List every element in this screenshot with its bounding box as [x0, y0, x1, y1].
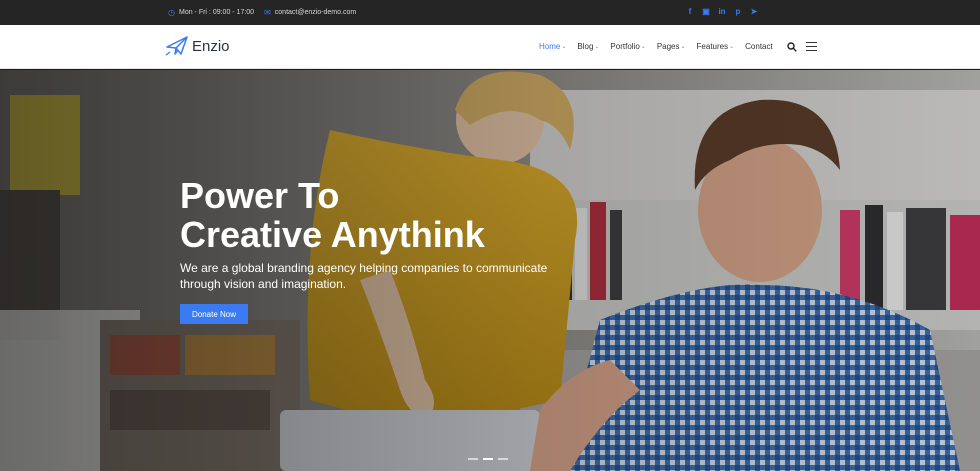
slider-pagination	[468, 458, 508, 460]
nav-item-home[interactable]: Home ⌄	[539, 42, 566, 51]
chevron-down-icon: ⌄	[680, 44, 686, 50]
hero-title-line: Creative Anythink	[180, 214, 485, 255]
slide-dot[interactable]	[498, 458, 508, 460]
site-logo[interactable]: Enzio	[165, 35, 230, 57]
donate-now-button[interactable]: Donate Now	[180, 304, 248, 324]
clock-icon: ◷	[168, 8, 175, 17]
twitter-icon[interactable]: ➤	[750, 7, 758, 16]
hero-subtitle-line: through vision and imagination.	[180, 277, 347, 291]
facebook-icon[interactable]: f	[686, 7, 694, 16]
site-header: Enzio Home ⌄ Blog ⌄ Portfolio ⌄ Pages ⌄ …	[0, 25, 980, 69]
logo-text: Enzio	[192, 37, 230, 55]
nav-item-blog[interactable]: Blog ⌄	[577, 42, 599, 51]
slide-dot[interactable]	[468, 458, 478, 460]
envelope-icon: ✉	[264, 8, 271, 17]
hero-subtitle: We are a global branding agency helping …	[180, 260, 560, 292]
linkedin-icon[interactable]: in	[718, 7, 726, 16]
nav-label: Portfolio	[610, 42, 640, 51]
hero-subtitle-line: We are a global branding agency helping …	[180, 261, 548, 275]
instagram-icon[interactable]: ▣	[702, 7, 710, 16]
chevron-down-icon: ⌄	[729, 44, 735, 50]
nav-item-features[interactable]: Features ⌄	[697, 42, 735, 51]
nav-label: Features	[696, 42, 729, 51]
nav-label: Home	[539, 42, 561, 51]
search-icon[interactable]	[787, 42, 797, 52]
social-links: f ▣ in p ➤	[686, 7, 758, 16]
email-link[interactable]: contact@enzio-demo.com	[275, 9, 356, 16]
nav-item-pages[interactable]: Pages ⌄	[657, 42, 686, 51]
email-info[interactable]: ✉ contact@enzio-demo.com	[264, 8, 356, 17]
hours-text: Mon - Fri : 09:00 - 17:00	[178, 9, 255, 16]
contact-info: ◷ Mon - Fri : 09:00 - 17:00 ✉ contact@en…	[168, 8, 356, 17]
hamburger-menu-icon[interactable]	[806, 42, 817, 51]
chevron-down-icon: ⌄	[561, 44, 567, 50]
chevron-down-icon: ⌄	[640, 44, 646, 50]
slide-dot-active[interactable]	[483, 458, 493, 460]
top-info-bar: ◷ Mon - Fri : 09:00 - 17:00 ✉ contact@en…	[0, 0, 980, 25]
paper-plane-icon	[165, 36, 188, 56]
nav-item-portfolio[interactable]: Portfolio ⌄	[610, 42, 645, 51]
pinterest-icon[interactable]: p	[734, 7, 742, 16]
nav-label: Blog	[577, 42, 594, 51]
nav-label: Contact	[745, 42, 773, 51]
hero-title: Power To Creative Anythink	[180, 176, 580, 254]
hero-title-line: Power To	[180, 175, 340, 216]
chevron-down-icon: ⌄	[594, 44, 600, 50]
nav-item-contact[interactable]: Contact	[745, 42, 773, 51]
main-navigation: Home ⌄ Blog ⌄ Portfolio ⌄ Pages ⌄ Featur…	[539, 42, 773, 51]
nav-label: Pages	[656, 42, 680, 51]
hours-info: ◷ Mon - Fri : 09:00 - 17:00	[168, 8, 254, 17]
